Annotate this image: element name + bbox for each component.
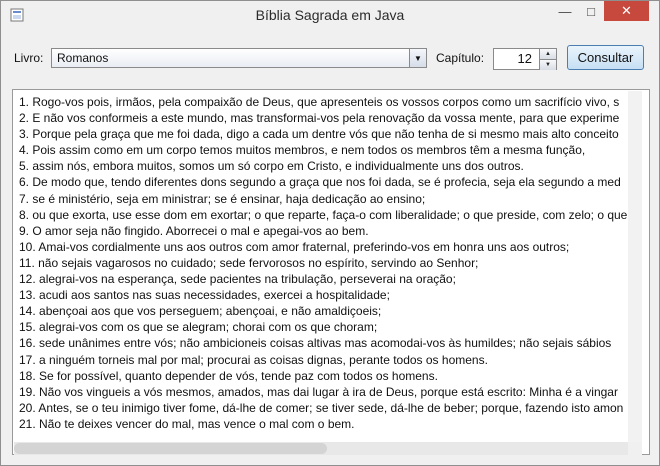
maximize-button[interactable]: □ [578,1,604,21]
verse-line: 1. Rogo-vos pois, irmãos, pela compaixão… [19,95,620,109]
verse-line: 15. alegrai-vos com os que se alegram; c… [19,320,378,335]
verse-line: 13. acudi aos santos nas suas necessidad… [19,288,390,303]
verse-line: 7. se é ministério, seja em ministrar; s… [19,191,426,206]
dropdown-arrow-icon[interactable]: ▼ [409,49,426,67]
vertical-scroll-thumb[interactable] [628,91,642,444]
query-toolbar: Livro: Romanos ▼ Capítulo: 12 ▲ ▼ Consul… [1,40,659,78]
verse-line: 17. a ninguém torneis mal por mal; procu… [19,352,488,367]
consult-button[interactable]: Consultar [567,45,644,70]
chapter-label: Capítulo: [436,51,485,65]
verse-line: 18. Se for possível, quanto depender de … [19,368,438,383]
verse-line: 10. Amai-vos cordialmente uns aos outros… [19,239,570,254]
verse-line: 9. O amor seja não fingido. Aborrecei o … [19,223,369,238]
verses-text-area[interactable]: 1. Rogo-vos pois, irmãos, pela compaixão… [12,89,650,455]
verse-line: 11. não sejais vagarosos no cuidado; sed… [19,255,479,270]
minimize-button[interactable]: — [552,1,578,21]
chapter-spinner[interactable]: 12 ▲ ▼ [493,48,557,70]
verses-list: 1. Rogo-vos pois, irmãos, pela compaixão… [19,94,649,432]
verse-line: 12. alegrai-vos na esperança, sede pacie… [19,272,456,287]
verse-line: 14. abençoai aos que vos perseguem; aben… [19,304,382,319]
book-combobox[interactable]: Romanos ▼ [51,48,427,68]
vertical-scrollbar[interactable] [628,91,642,444]
spinner-up-icon[interactable]: ▲ [539,49,556,59]
verse-line: 5. assim nós, embora muitos, somos um só… [19,159,524,174]
horizontal-scrollbar[interactable] [14,442,628,455]
spinner-down-icon[interactable]: ▼ [539,59,556,70]
book-selected-value: Romanos [57,51,109,65]
verse-line: 16. sede unânimes entre vós; não ambicio… [19,336,612,351]
horizontal-scroll-thumb[interactable] [14,443,327,454]
verse-line: 3. Porque pela graça que me foi dada, di… [19,127,619,142]
verse-line: 20. Antes, se o teu inimigo tiver fome, … [19,400,624,415]
close-button[interactable]: ✕ [604,1,649,21]
verse-line: 21. Não te deixes vencer do mal, mas ven… [19,416,355,431]
verse-line: 6. De modo que, tendo diferentes dons se… [19,175,621,190]
verse-line: 2. E não vos conformeis a este mundo, ma… [19,111,620,126]
book-label: Livro: [14,51,44,65]
verse-line: 8. ou que exorta, use esse dom em exorta… [19,207,628,222]
verse-line: 19. Não vos vingueis a vós mesmos, amado… [19,384,618,399]
chapter-value[interactable]: 12 [494,51,536,66]
verse-line: 4. Pois assim como em um corpo temos mui… [19,143,586,158]
scroll-corner [628,442,642,455]
main-window: Bíblia Sagrada em Java — □ ✕ Livro: Roma… [0,0,660,466]
title-bar[interactable]: Bíblia Sagrada em Java — □ ✕ [1,1,659,30]
